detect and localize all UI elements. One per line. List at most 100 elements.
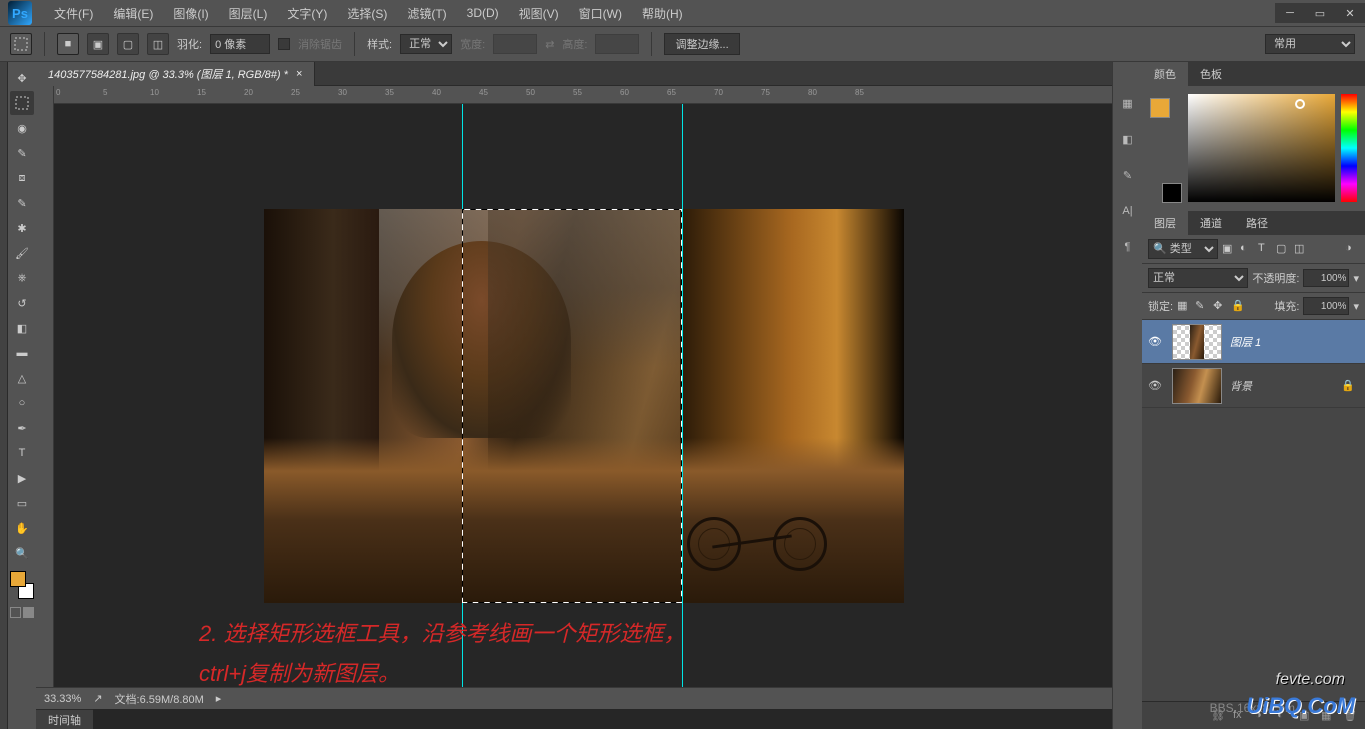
- filter-smart-icon[interactable]: ◫: [1294, 242, 1308, 256]
- filter-shape-icon[interactable]: ▢: [1276, 242, 1290, 256]
- menu-file[interactable]: 文件(F): [44, 5, 103, 22]
- layer-row[interactable]: 👁 背景 🔒: [1142, 364, 1365, 408]
- layer-thumbnail[interactable]: [1172, 368, 1222, 404]
- history-panel-icon[interactable]: ▦: [1117, 92, 1139, 114]
- color-swatches[interactable]: [9, 570, 35, 600]
- crop-tool[interactable]: ⧈: [10, 166, 34, 190]
- channels-tab[interactable]: 通道: [1188, 211, 1234, 235]
- lock-label: 锁定:: [1148, 298, 1173, 314]
- color-panel-bg-swatch[interactable]: [1162, 183, 1182, 203]
- menu-image[interactable]: 图像(I): [163, 5, 218, 22]
- chevron-right-icon[interactable]: ▸: [216, 692, 222, 705]
- selection-new-icon[interactable]: ■: [57, 33, 79, 55]
- eyedropper-tool[interactable]: ✎: [10, 191, 34, 215]
- hue-slider[interactable]: [1341, 94, 1357, 202]
- menu-select[interactable]: 选择(S): [337, 5, 397, 22]
- guide-vertical-2[interactable]: [682, 104, 683, 687]
- pen-tool[interactable]: ✒: [10, 416, 34, 440]
- opacity-input[interactable]: [1303, 269, 1349, 287]
- dodge-tool[interactable]: ○: [10, 391, 34, 415]
- filter-toggle-icon[interactable]: ◑: [1345, 242, 1359, 256]
- close-button[interactable]: ✕: [1335, 3, 1365, 23]
- filter-adjust-icon[interactable]: ◐: [1240, 242, 1254, 256]
- path-select-tool[interactable]: ▶: [10, 466, 34, 490]
- visibility-toggle-icon[interactable]: 👁: [1146, 379, 1164, 392]
- feather-input[interactable]: [210, 34, 270, 54]
- feather-label: 羽化:: [177, 36, 202, 52]
- selection-intersect-icon[interactable]: ◫: [147, 33, 169, 55]
- hand-tool[interactable]: ✋: [10, 516, 34, 540]
- menu-edit[interactable]: 编辑(E): [103, 5, 163, 22]
- visibility-toggle-icon[interactable]: 👁: [1146, 335, 1164, 348]
- lock-position-icon[interactable]: ✥: [1213, 299, 1227, 313]
- marquee-selection[interactable]: [462, 209, 682, 603]
- move-tool[interactable]: ✥: [10, 66, 34, 90]
- menu-help[interactable]: 帮助(H): [632, 5, 693, 22]
- document-area: 14035775842­81.jpg @ 33.3% (图层 1, RGB/8#…: [36, 62, 1112, 729]
- properties-panel-icon[interactable]: ◧: [1117, 128, 1139, 150]
- tool-collapse-strip[interactable]: [0, 62, 8, 729]
- quick-select-tool[interactable]: ✎: [10, 141, 34, 165]
- healing-tool[interactable]: ✱: [10, 216, 34, 240]
- blend-mode-select[interactable]: 正常: [1148, 268, 1248, 288]
- menu-window[interactable]: 窗口(W): [569, 5, 632, 22]
- selection-add-icon[interactable]: ▣: [87, 33, 109, 55]
- history-brush-tool[interactable]: ↺: [10, 291, 34, 315]
- canvas[interactable]: 2. 选择矩形选框工具，沿参考线画一个矩形选框， ctrl+j复制为新图层。: [54, 104, 1112, 687]
- menu-layer[interactable]: 图层(L): [219, 5, 278, 22]
- color-tab[interactable]: 颜色: [1142, 62, 1188, 86]
- brush-panel-icon[interactable]: ✎: [1117, 164, 1139, 186]
- zoom-level[interactable]: 33.33%: [44, 693, 81, 705]
- menu-view[interactable]: 视图(V): [509, 5, 569, 22]
- brush-tool[interactable]: 🖌: [10, 241, 34, 265]
- lock-pixels-icon[interactable]: ✎: [1195, 299, 1209, 313]
- horizontal-ruler: 0510152025303540455055606570758085: [54, 86, 1112, 104]
- paragraph-panel-icon[interactable]: ¶: [1117, 236, 1139, 258]
- gradient-tool[interactable]: ▬: [10, 341, 34, 365]
- chevron-down-icon[interactable]: ▾: [1353, 272, 1359, 285]
- layer-name[interactable]: 图层 1: [1230, 334, 1261, 350]
- blur-tool[interactable]: △: [10, 366, 34, 390]
- maximize-button[interactable]: ▭: [1305, 3, 1335, 23]
- layers-tab[interactable]: 图层: [1142, 211, 1188, 235]
- color-field[interactable]: [1188, 94, 1335, 202]
- eraser-tool[interactable]: ◧: [10, 316, 34, 340]
- foreground-color-swatch[interactable]: [10, 571, 26, 587]
- swatches-tab[interactable]: 色板: [1188, 62, 1234, 86]
- color-indicator[interactable]: [1295, 99, 1305, 109]
- doc-size[interactable]: 文档:6.59M/8.80M: [115, 691, 204, 707]
- menu-3d[interactable]: 3D(D): [457, 6, 509, 20]
- timeline-tab[interactable]: 时间轴: [36, 709, 93, 729]
- workspace-select[interactable]: 常用: [1265, 34, 1355, 54]
- type-tool[interactable]: T: [10, 441, 34, 465]
- minimize-button[interactable]: ─: [1275, 3, 1305, 23]
- lasso-tool[interactable]: ◉: [10, 116, 34, 140]
- document-tab[interactable]: 14035775842­81.jpg @ 33.3% (图层 1, RGB/8#…: [36, 62, 315, 86]
- filter-pixel-icon[interactable]: ▣: [1222, 242, 1236, 256]
- lock-all-icon[interactable]: 🔒: [1231, 299, 1245, 313]
- stamp-tool[interactable]: ⎈: [10, 266, 34, 290]
- layer-row[interactable]: 👁 图层 1: [1142, 320, 1365, 364]
- quick-mask-icons[interactable]: [10, 607, 34, 618]
- filter-type-icon[interactable]: T: [1258, 242, 1272, 256]
- marquee-tool-icon[interactable]: [10, 33, 32, 55]
- layer-name[interactable]: 背景: [1230, 378, 1252, 394]
- character-panel-icon[interactable]: A|: [1117, 200, 1139, 222]
- menu-filter[interactable]: 滤镜(T): [397, 5, 456, 22]
- zoom-tool[interactable]: 🔍: [10, 541, 34, 565]
- refine-edge-button[interactable]: 调整边缘...: [664, 33, 739, 55]
- fill-input[interactable]: [1303, 297, 1349, 315]
- layer-thumbnail[interactable]: [1172, 324, 1222, 360]
- marquee-tool[interactable]: [10, 91, 34, 115]
- shape-tool[interactable]: ▭: [10, 491, 34, 515]
- share-icon[interactable]: ↗: [93, 692, 102, 705]
- layer-filter-type[interactable]: 🔍 类型: [1148, 239, 1218, 259]
- color-panel-fg-swatch[interactable]: [1150, 98, 1170, 118]
- menu-type[interactable]: 文字(Y): [277, 5, 337, 22]
- tab-close-icon[interactable]: ×: [296, 68, 302, 80]
- lock-transparent-icon[interactable]: ▦: [1177, 299, 1191, 313]
- paths-tab[interactable]: 路径: [1234, 211, 1280, 235]
- style-select[interactable]: 正常: [400, 34, 452, 54]
- chevron-down-icon[interactable]: ▾: [1353, 300, 1359, 313]
- selection-subtract-icon[interactable]: ▢: [117, 33, 139, 55]
